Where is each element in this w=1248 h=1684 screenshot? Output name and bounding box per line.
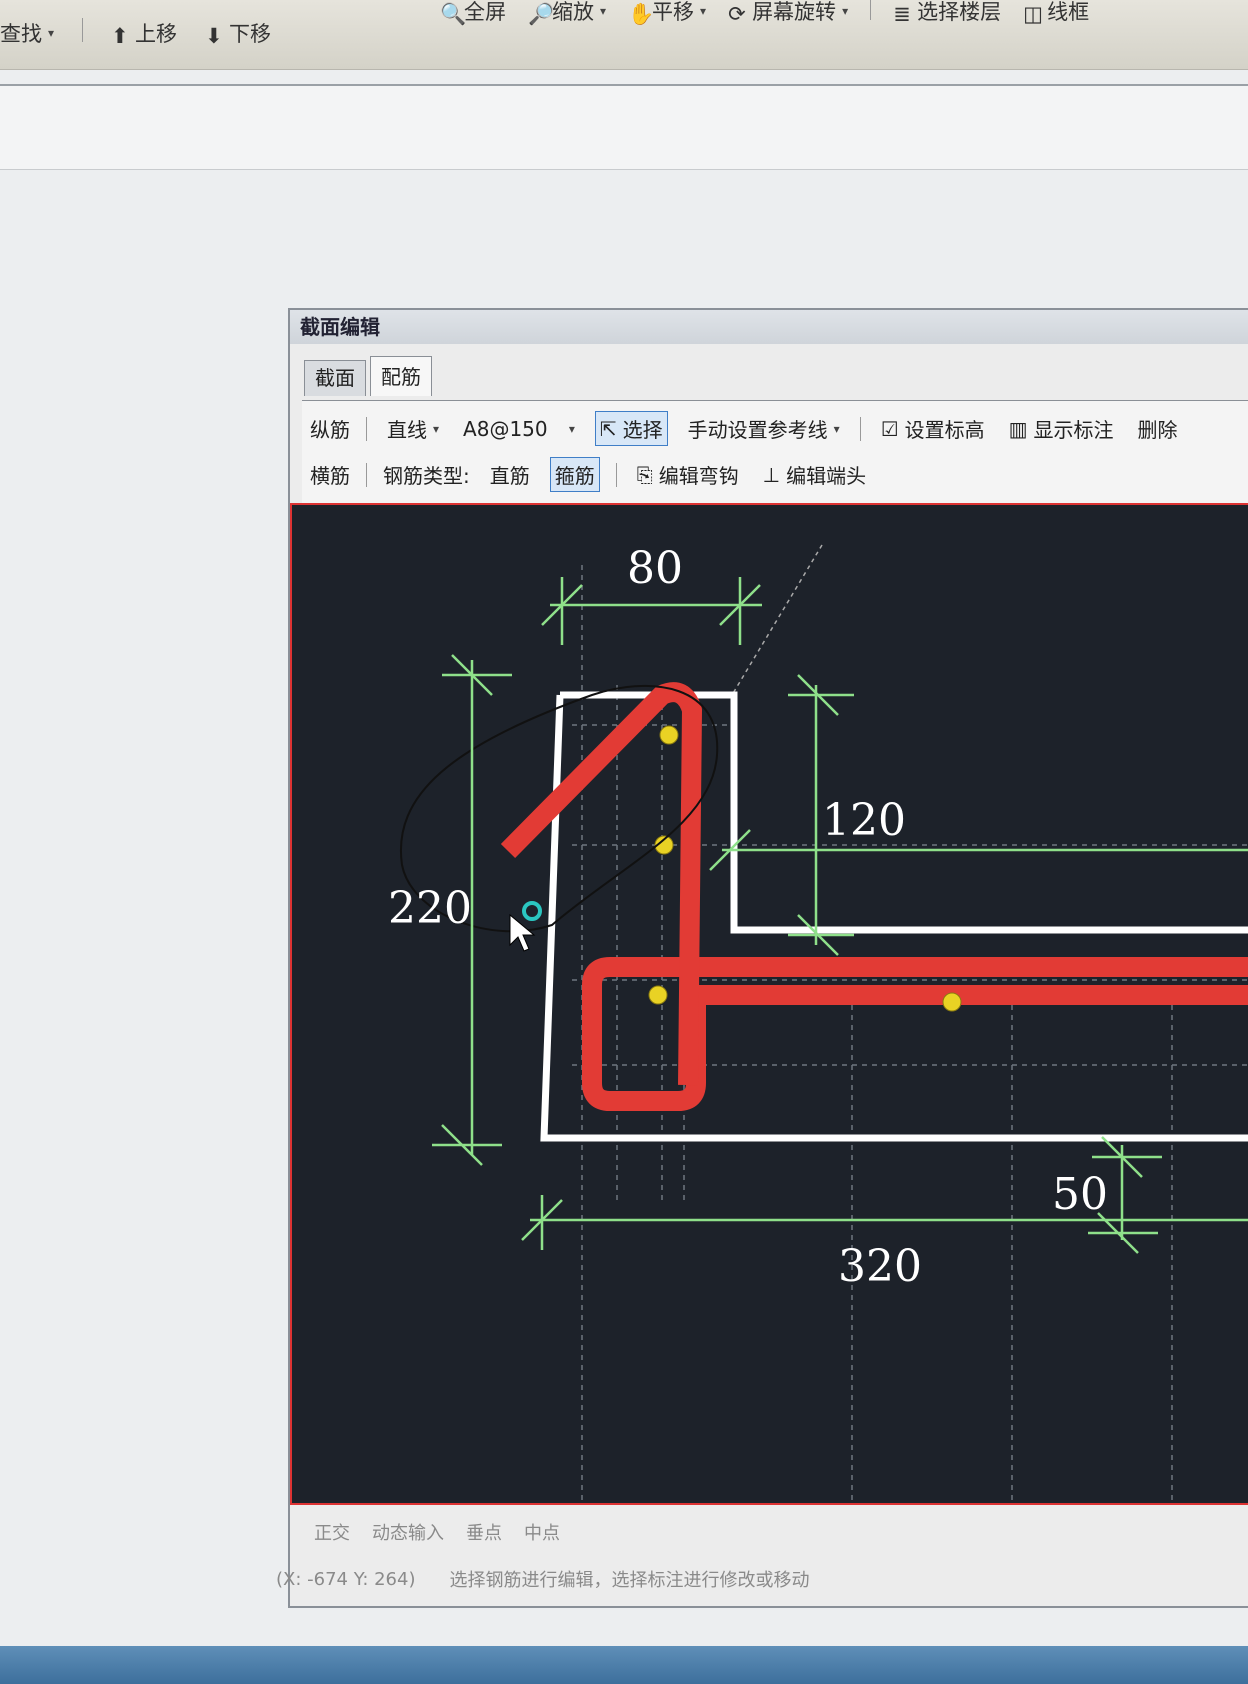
longitudinal-rebar-label: 纵筋: [310, 418, 350, 442]
fullscreen-button[interactable]: 🔍 全屏: [440, 0, 506, 26]
dim-top-width[interactable]: 80: [627, 543, 683, 594]
perpendicular-snap-toggle[interactable]: 垂点: [466, 1519, 502, 1545]
show-dimension-button[interactable]: ▥ 显示标注: [1005, 412, 1118, 445]
toolbar-row-bottom: 查找 ▾ ⬆ 上移 ⬇ 下移: [0, 18, 271, 48]
cube-icon: ◫: [1023, 2, 1043, 26]
transverse-rebar-label: 横筋: [310, 464, 350, 488]
select-button[interactable]: ⇱ 选择: [594, 411, 668, 446]
pan-button[interactable]: ✋ 平移 ▾: [628, 0, 706, 26]
toolbar-row-transverse: 横筋 钢筋类型: 直筋 箍筋 ⎘ 编辑弯钩 ⊥ 编辑端头: [310, 457, 870, 492]
rotate-icon: ⟳: [728, 2, 746, 26]
line-mode-dropdown[interactable]: 直线 ▾: [383, 412, 443, 445]
hand-icon: ✋: [628, 2, 655, 26]
zoom-button[interactable]: 🔎 缩放 ▾: [528, 0, 606, 26]
edit-end-button[interactable]: ⊥ 编辑端头: [759, 458, 870, 491]
elevation-icon: ☑: [880, 416, 899, 441]
cursor-icon: ⇱: [599, 416, 617, 441]
midpoint-snap-toggle[interactable]: 中点: [524, 1519, 560, 1545]
rebar-spec-dropdown[interactable]: A8@150 ▾: [459, 415, 579, 443]
dialog-tabs: 截面 配筋: [304, 356, 432, 396]
drawing-canvas[interactable]: 80 220 120 320 50: [290, 503, 1248, 1505]
snap-cursor-icon: [522, 901, 542, 921]
reinforcement-toolbar-panel: 纵筋 直线 ▾ A8@150 ▾ ⇱ 选择 手动设置参考线 ▾ ☑ 设置标高 ▥ 显示标注…: [302, 400, 1248, 510]
toolbar-separator: [859, 416, 861, 441]
tab-section[interactable]: 截面: [304, 360, 366, 396]
dim-right-small[interactable]: 50: [1052, 1169, 1108, 1220]
arrow-down-icon: ⬇: [205, 24, 223, 48]
chevron-down-icon: ▾: [48, 26, 55, 40]
rotate-screen-button[interactable]: ⟳ 屏幕旋转 ▾: [728, 0, 848, 26]
app-toolbar: 🔍 全屏 🔎 缩放 ▾ ✋ 平移 ▾ ⟳ 屏幕旋转 ▾ ≣ 选择楼层 ◫ 线框 查找 ▾ ⬆ 上移 ⬇…: [0, 0, 1248, 70]
status-hint: 选择钢筋进行编辑，选择标注进行修改或移动: [449, 1570, 810, 1591]
select-floor-button[interactable]: ≣ 选择楼层: [893, 0, 1001, 26]
set-elevation-button[interactable]: ☑ 设置标高: [877, 412, 989, 445]
section-drawing: 80 220 120 320 50: [388, 543, 1248, 1503]
delete-button[interactable]: 删除: [1134, 412, 1182, 445]
chevron-down-icon: ▾: [842, 4, 849, 18]
layers-icon: ≣: [893, 2, 911, 26]
zoom-icon: 🔎: [528, 2, 555, 26]
toolbar-separator: [615, 462, 617, 487]
status-bar: (X: -674 Y: 264) 选择钢筋进行编辑，选择标注进行修改或移动: [270, 1554, 1248, 1604]
ortho-toggle[interactable]: 正交: [314, 1519, 350, 1545]
wireframe-button[interactable]: ◫ 线框: [1023, 0, 1089, 26]
property-header-strip: [0, 84, 1248, 170]
chevron-down-icon: ▾: [433, 421, 440, 436]
toolbar-separator: [870, 0, 872, 20]
rebar-point[interactable]: [648, 985, 668, 1005]
toolbar-separator: [366, 416, 367, 441]
end-icon: ⊥: [762, 462, 781, 487]
os-taskbar: [0, 1646, 1248, 1684]
rebar-point[interactable]: [942, 992, 962, 1012]
dimension-icon: ▥: [1008, 416, 1028, 441]
toolbar-separator: [82, 18, 84, 42]
toolbar-row-top: 🔍 全屏 🔎 缩放 ▾ ✋ 平移 ▾ ⟳ 屏幕旋转 ▾ ≣ 选择楼层 ◫ 线框: [440, 0, 1089, 26]
tab-reinforcement[interactable]: 配筋: [370, 356, 432, 396]
dynamic-input-toggle[interactable]: 动态输入: [372, 1519, 444, 1545]
manual-reference-line-button[interactable]: 手动设置参考线 ▾: [684, 412, 844, 445]
dialog-title: 截面编辑: [290, 310, 1248, 344]
rebar-type-label: 钢筋类型:: [383, 464, 470, 488]
straight-rebar-button[interactable]: 直筋: [486, 458, 534, 491]
chevron-down-icon: ▾: [600, 4, 607, 18]
dim-right-height[interactable]: 120: [822, 795, 906, 846]
cursor-coordinates: (X: -674 Y: 264): [276, 1568, 416, 1590]
move-up-button[interactable]: ⬆ 上移: [111, 18, 177, 48]
toolbar-separator: [366, 462, 367, 487]
edit-hook-button[interactable]: ⎘ 编辑弯钩: [633, 458, 743, 491]
snap-options-bar: 正交 动态输入 垂点 中点: [290, 1510, 1248, 1554]
find-button[interactable]: 查找 ▾: [0, 18, 54, 48]
rebar-point[interactable]: [659, 725, 679, 745]
chevron-down-icon: ▾: [700, 4, 707, 18]
dim-bottom-width[interactable]: 320: [838, 1241, 922, 1292]
dim-left-height[interactable]: 220: [388, 883, 472, 934]
section-outline: [540, 691, 1248, 1142]
hook-icon: ⎘: [636, 462, 653, 487]
diagonal-guide: [731, 544, 823, 696]
reference-grid: [572, 565, 1248, 1503]
fullscreen-icon: 🔍: [440, 2, 467, 26]
chevron-down-icon: ▾: [553, 421, 575, 436]
chevron-down-icon: ▾: [833, 421, 840, 436]
move-down-button[interactable]: ⬇ 下移: [205, 18, 271, 48]
stirrup-button[interactable]: 箍筋: [549, 457, 600, 492]
arrow-up-icon: ⬆: [111, 24, 129, 48]
section-edit-dialog: 截面编辑 截面 配筋 纵筋 直线 ▾ A8@150 ▾ ⇱ 选择 手动设置参考线 ▾ …: [276, 308, 1248, 1608]
toolbar-row-longitudinal: 纵筋 直线 ▾ A8@150 ▾ ⇱ 选择 手动设置参考线 ▾ ☑ 设置标高 ▥ 显示标注…: [310, 411, 1182, 446]
